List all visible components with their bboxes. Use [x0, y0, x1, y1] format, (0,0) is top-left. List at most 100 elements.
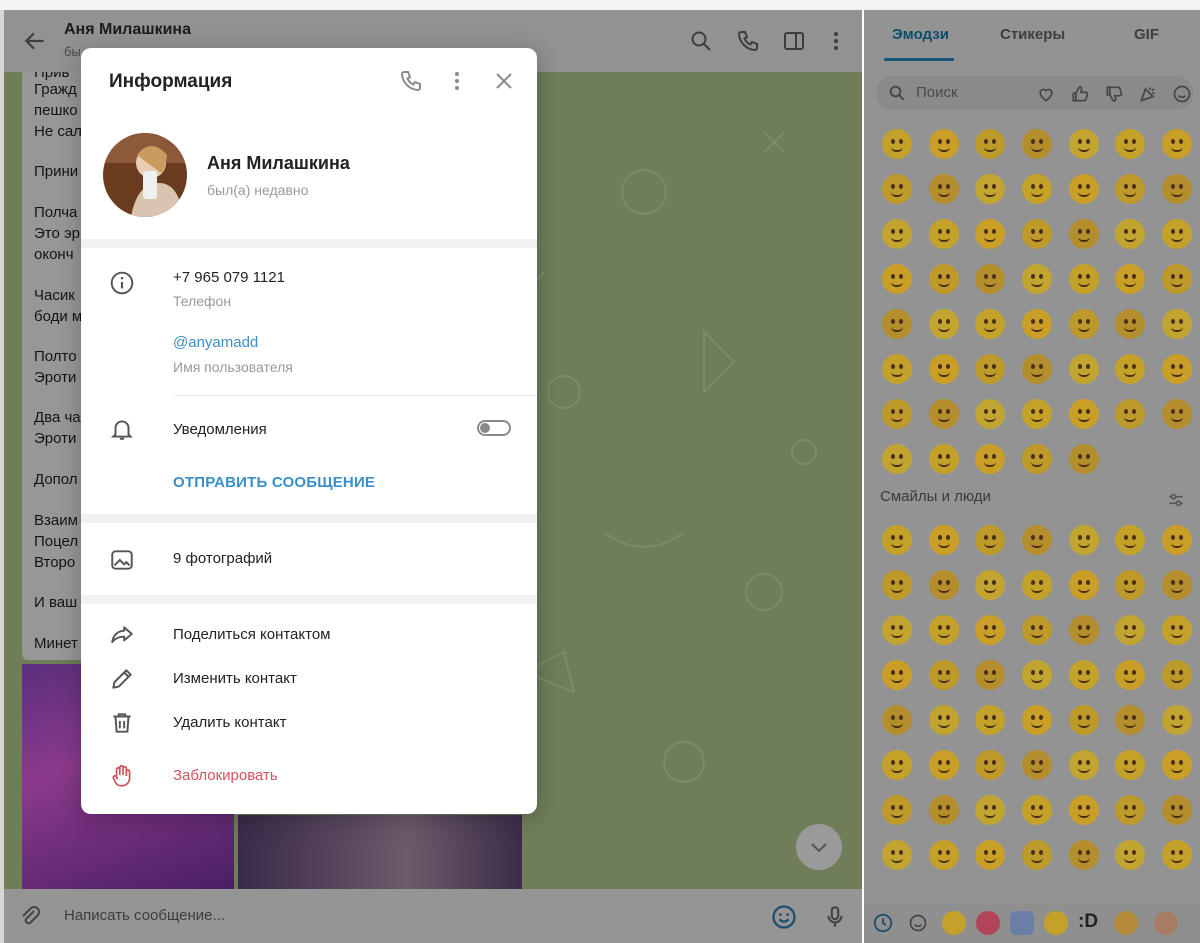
emoji-icon[interactable] [928, 525, 959, 555]
emoji-icon[interactable] [882, 399, 912, 429]
emoji-icon[interactable] [882, 444, 912, 474]
emoji-icon[interactable] [1068, 219, 1099, 249]
username-link[interactable]: @anyamadd [173, 334, 258, 351]
avatar[interactable] [103, 133, 187, 217]
emoji-icon[interactable] [975, 309, 1006, 339]
send-message-button[interactable]: ОТПРАВИТЬ СООБЩЕНИЕ [173, 474, 375, 491]
delete-contact-button[interactable]: Удалить контакт [173, 714, 286, 731]
emoji-icon[interactable] [1162, 660, 1193, 690]
emoji-icon[interactable] [975, 750, 1006, 780]
emoji-icon[interactable] [882, 174, 912, 204]
block-contact-button[interactable]: Заблокировать [173, 767, 278, 784]
emoji-icon[interactable] [1068, 705, 1099, 735]
emoji-icon[interactable] [882, 129, 912, 159]
emoji-icon[interactable] [928, 129, 959, 159]
emoji-icon[interactable] [882, 525, 912, 555]
emoji-icon[interactable] [1022, 444, 1053, 474]
emoji-icon[interactable] [882, 570, 912, 600]
emoji-icon[interactable] [975, 129, 1006, 159]
animated-emoji-pack-icon[interactable] [1114, 911, 1138, 935]
emoji-icon[interactable] [1068, 840, 1099, 870]
more-options-icon[interactable] [824, 29, 848, 53]
emoji-icon[interactable] [975, 615, 1006, 645]
emoji-icon[interactable] [882, 219, 912, 249]
emoji-icon[interactable] [975, 525, 1006, 555]
emoji-icon[interactable] [1068, 570, 1099, 600]
emoji-icon[interactable] [928, 615, 959, 645]
emoji-icon[interactable] [882, 750, 912, 780]
emoji-icon[interactable] [1115, 174, 1146, 204]
emoji-icon[interactable] [1115, 129, 1146, 159]
phone-call-icon[interactable] [399, 69, 423, 93]
emoji-icon[interactable] [882, 309, 912, 339]
emoji-icon[interactable] [1115, 525, 1146, 555]
emoji-icon[interactable] [1068, 615, 1099, 645]
emoji-icon[interactable] [975, 570, 1006, 600]
search-icon[interactable] [689, 29, 713, 53]
phone-number[interactable]: +7 965 079 1121 [173, 269, 285, 286]
emoji-icon[interactable] [928, 354, 959, 384]
emoji-icon[interactable] [1115, 750, 1146, 780]
emoji-icon[interactable] [1162, 570, 1193, 600]
emoji-icon[interactable] [1115, 615, 1146, 645]
emoji-icon[interactable] [1022, 354, 1053, 384]
tab-emoji[interactable]: Эмодзи [892, 26, 949, 43]
emoji-icon[interactable] [1115, 795, 1146, 825]
share-contact-button[interactable]: Поделиться контактом [173, 626, 331, 643]
emoji-icon[interactable] [1068, 525, 1099, 555]
emoji-icon[interactable] [1115, 354, 1146, 384]
sidebar-toggle-icon[interactable] [782, 29, 806, 53]
emoji-icon[interactable] [1022, 795, 1053, 825]
emoji-icon[interactable] [1022, 264, 1053, 294]
heart-category-icon[interactable] [1036, 84, 1056, 104]
emoji-icon[interactable] [1068, 795, 1099, 825]
emoji-icon[interactable] [1022, 309, 1053, 339]
emoji-icon[interactable] [1115, 705, 1146, 735]
emoji-icon[interactable] [975, 705, 1006, 735]
emoji-smile-icon[interactable] [770, 903, 798, 931]
emoji-icon[interactable] [1068, 264, 1099, 294]
emoji-icon[interactable] [975, 264, 1006, 294]
emoji-icon[interactable] [1115, 309, 1146, 339]
emoji-icon[interactable] [1162, 129, 1193, 159]
settings-sliders-icon[interactable] [1166, 490, 1186, 510]
emoji-icon[interactable] [882, 705, 912, 735]
emoji-icon[interactable] [1022, 219, 1053, 249]
emoji-icon[interactable] [1162, 525, 1193, 555]
emoji-icon[interactable] [1162, 705, 1193, 735]
emoji-icon[interactable] [882, 264, 912, 294]
emoji-icon[interactable] [1068, 399, 1099, 429]
emoji-icon[interactable] [928, 219, 959, 249]
emoji-icon[interactable] [882, 795, 912, 825]
edit-contact-button[interactable]: Изменить контакт [173, 670, 297, 687]
smile-category-icon[interactable] [908, 913, 928, 933]
back-arrow-icon[interactable] [22, 28, 48, 54]
emoji-icon[interactable] [975, 174, 1006, 204]
emoji-icon[interactable] [1022, 750, 1053, 780]
close-icon[interactable] [492, 69, 516, 93]
emoji-icon[interactable] [1022, 840, 1053, 870]
phone-call-icon[interactable] [736, 29, 760, 53]
emoji-search[interactable]: Поиск [876, 76, 1194, 110]
animated-emoji-pack-icon[interactable] [1010, 911, 1034, 935]
microphone-icon[interactable] [822, 903, 848, 931]
emoji-icon[interactable] [1162, 840, 1193, 870]
animated-emoji-pack-icon[interactable] [942, 911, 966, 935]
emoji-icon[interactable] [928, 660, 959, 690]
emoji-icon[interactable] [928, 264, 959, 294]
notifications-toggle[interactable] [477, 420, 511, 436]
emoji-icon[interactable] [975, 399, 1006, 429]
clock-recent-icon[interactable] [872, 912, 894, 934]
emoji-icon[interactable] [1162, 174, 1193, 204]
emoji-icon[interactable] [1162, 615, 1193, 645]
emoji-icon[interactable] [1115, 399, 1146, 429]
emoji-icon[interactable] [1162, 309, 1193, 339]
emoji-icon[interactable] [1022, 129, 1053, 159]
emoji-icon[interactable] [1068, 444, 1099, 474]
emoji-icon[interactable] [928, 840, 959, 870]
animated-emoji-pack-icon[interactable] [976, 911, 1000, 935]
emoji-icon[interactable] [928, 444, 959, 474]
emoji-icon[interactable] [1022, 174, 1053, 204]
emoji-icon[interactable] [1068, 129, 1099, 159]
message-input[interactable]: Написать сообщение... [64, 907, 225, 924]
